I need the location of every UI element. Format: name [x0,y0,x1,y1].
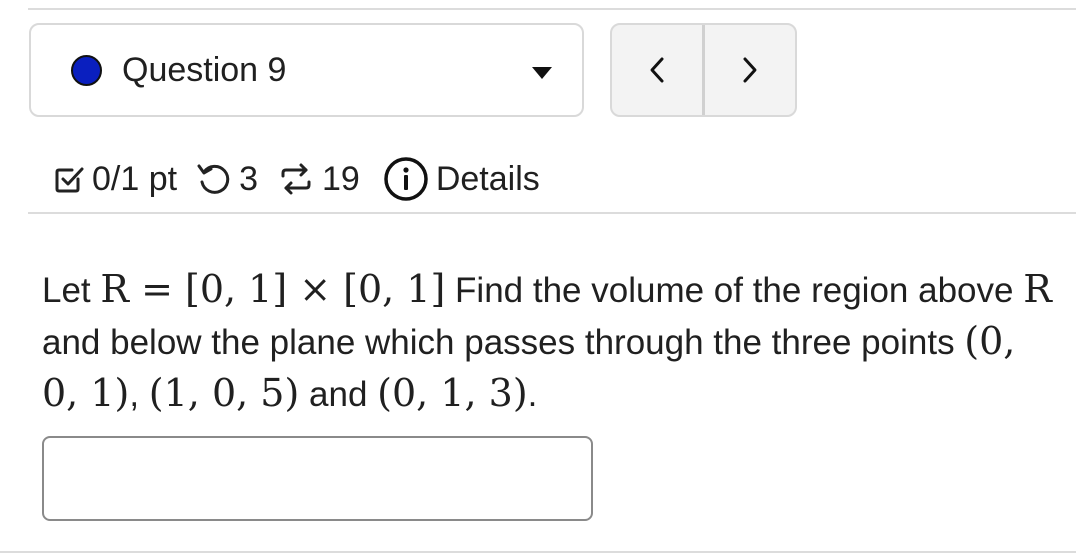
meta-divider [28,212,1076,214]
math-region-symbol: R [1023,267,1052,311]
problem-text-part: , [129,375,149,414]
retry-icon [195,160,233,198]
attempts-icon [276,159,316,199]
problem-text-part: Find the volume of the region above [445,271,1024,310]
retries-count: 3 [239,159,258,198]
question-select[interactable]: Question 9 [29,23,584,117]
checkbox-check-icon [52,162,86,196]
previous-question-button[interactable] [612,25,705,115]
next-question-button[interactable] [705,25,795,115]
bottom-divider [0,551,1076,553]
chevron-right-icon [743,57,757,83]
question-meta: 0/1 pt 3 19 Details [52,154,540,204]
math-point-2: (1, 0, 5) [148,371,300,415]
details-link[interactable]: Details [436,160,540,199]
question-label: Question 9 [122,50,287,89]
attempts-count: 19 [322,159,360,198]
problem-text: Let R = [0, 1] × [0, 1] Find the volume … [42,264,1052,420]
problem-text-part: and [299,375,378,414]
problem-text-part: Let [42,271,101,310]
math-point-3: (0, 1, 3) [377,371,528,415]
top-divider [28,8,1076,10]
math-region-definition: R = [0, 1] × [0, 1] [100,267,446,311]
problem-text-part: . [527,375,538,414]
chevron-left-icon [650,57,664,83]
dropdown-caret-icon [532,67,552,79]
answer-input[interactable] [42,436,593,521]
question-status-dot [71,54,102,86]
problem-text-part: and below the plane which passes through… [42,323,965,362]
info-icon[interactable] [382,155,430,203]
question-nav [610,23,797,117]
score-text: 0/1 pt [92,159,178,198]
